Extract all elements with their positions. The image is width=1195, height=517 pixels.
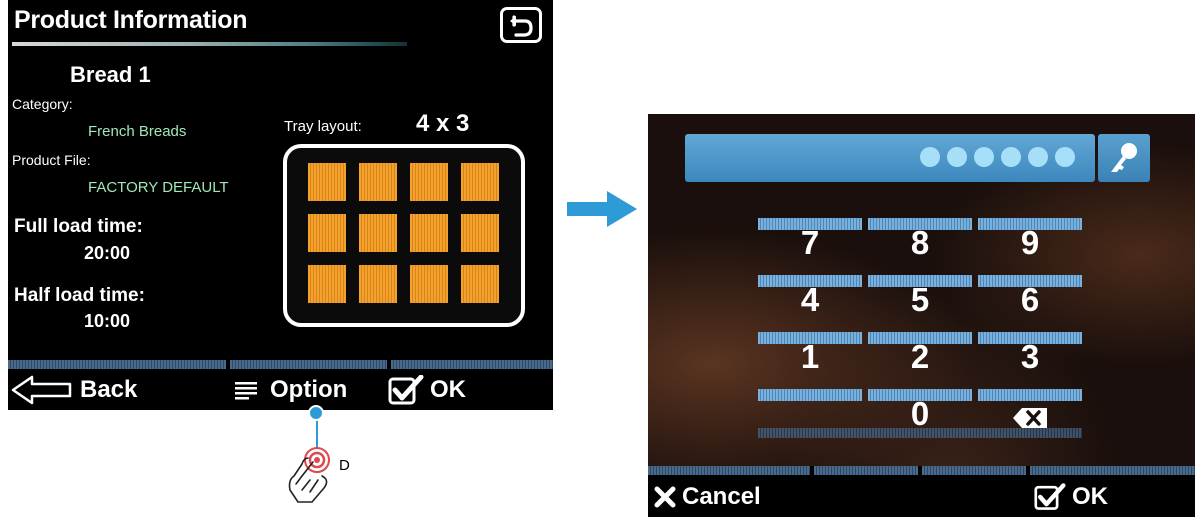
- full-load-time-value: 20:00: [84, 243, 131, 263]
- option-button-label: Option: [270, 376, 348, 403]
- tray-cell: [410, 265, 448, 303]
- callout-label: D: [339, 457, 350, 474]
- tab-strip: [391, 360, 553, 369]
- bottom-button-bar: Back Option OK: [8, 360, 553, 410]
- tray-layout-label: Tray layout:: [284, 118, 362, 135]
- tray-cell: [359, 265, 397, 303]
- x-icon: [654, 486, 676, 508]
- return-button[interactable]: [500, 7, 542, 43]
- key-icon: [1111, 143, 1137, 172]
- checkbox-check-icon: [388, 375, 424, 405]
- tray-layout-diagram: [283, 144, 525, 327]
- back-button-label: Back: [80, 376, 138, 403]
- pin-input[interactable]: [685, 134, 1095, 182]
- callout-dot: [308, 405, 324, 421]
- ok-button[interactable]: OK: [1034, 478, 1108, 516]
- pin-dot: [974, 147, 994, 167]
- key-8[interactable]: 8: [868, 218, 972, 275]
- full-load-time-label: Full load time:: [14, 216, 143, 237]
- ok-button[interactable]: OK: [388, 370, 466, 410]
- key-7[interactable]: 7: [758, 218, 862, 275]
- tray-cell: [359, 214, 397, 252]
- key-label: 7: [800, 224, 820, 261]
- keypad-row: 1 2 3: [758, 332, 1082, 389]
- tab-strip: [648, 466, 810, 475]
- pin-dots: [920, 147, 1075, 167]
- category-label: Category:: [12, 96, 73, 112]
- keypad-foot-strip: [758, 428, 1082, 438]
- product-file-value: FACTORY DEFAULT: [88, 179, 229, 196]
- tray-cell: [359, 163, 397, 201]
- back-button[interactable]: Back: [10, 370, 137, 410]
- keypad-row: 7 8 9: [758, 218, 1082, 275]
- half-load-time-label: Half load time:: [14, 285, 145, 306]
- pin-dot: [1055, 147, 1075, 167]
- key-3[interactable]: 3: [978, 332, 1082, 389]
- key-6[interactable]: 6: [978, 275, 1082, 332]
- tray-cell: [308, 163, 346, 201]
- key-4[interactable]: 4: [758, 275, 862, 332]
- half-load-time-value: 10:00: [84, 311, 131, 331]
- pin-entry-screen: 7 8 9 4 5 6 1 2 3 0 Cancel OK: [648, 114, 1195, 517]
- return-icon: [510, 15, 533, 37]
- tray-cell: [461, 214, 499, 252]
- tray-cell: [308, 214, 346, 252]
- numeric-keypad: 7 8 9 4 5 6 1 2 3 0: [758, 218, 1082, 446]
- product-name: Bread 1: [70, 62, 151, 87]
- pin-dot: [1028, 147, 1048, 167]
- pin-dot: [920, 147, 940, 167]
- key-label: 8: [910, 224, 930, 261]
- key-button[interactable]: [1098, 134, 1150, 182]
- keypad-row: 4 5 6: [758, 275, 1082, 332]
- key-label: 4: [800, 281, 820, 318]
- key-label: 9: [1020, 224, 1040, 261]
- back-arrow-icon: [11, 375, 72, 405]
- key-label: 5: [910, 281, 930, 318]
- arrow-right-icon: [567, 191, 637, 227]
- key-1[interactable]: 1: [758, 332, 862, 389]
- ok-button-label: OK: [1072, 483, 1108, 510]
- cancel-button-label: Cancel: [682, 483, 761, 510]
- category-value: French Breads: [88, 123, 187, 140]
- key-label: 3: [1020, 338, 1040, 375]
- key-label: 1: [800, 338, 820, 375]
- key-2[interactable]: 2: [868, 332, 972, 389]
- key-5[interactable]: 5: [868, 275, 972, 332]
- tray-cell: [308, 265, 346, 303]
- tab-strip: [1030, 466, 1195, 475]
- title-underline: [12, 42, 407, 46]
- option-button[interactable]: Option: [234, 370, 347, 410]
- tab-strip: [230, 360, 387, 369]
- tab-strip: [922, 466, 1026, 475]
- bottom-button-bar: Cancel OK: [648, 466, 1195, 517]
- cancel-button[interactable]: Cancel: [654, 478, 761, 516]
- tray-cell: [461, 163, 499, 201]
- tray-cell: [410, 163, 448, 201]
- key-label: 2: [910, 338, 930, 375]
- key-label: 6: [1020, 281, 1040, 318]
- checkbox-check-icon: [1034, 483, 1066, 510]
- menu-lines-icon: [235, 382, 257, 400]
- finger-tap-icon: [288, 447, 330, 503]
- key-9[interactable]: 9: [978, 218, 1082, 275]
- tray-cell: [410, 214, 448, 252]
- pin-dot: [1001, 147, 1021, 167]
- ok-button-label: OK: [430, 376, 466, 403]
- product-file-label: Product File:: [12, 152, 91, 168]
- pin-dot: [947, 147, 967, 167]
- tray-layout-value: 4 x 3: [416, 110, 470, 137]
- tray-cell: [461, 265, 499, 303]
- product-information-screen: Product Information Bread 1 Category: Fr…: [8, 0, 553, 410]
- backspace-x-icon: [1013, 408, 1047, 428]
- tray-grid: [308, 163, 499, 303]
- page-title: Product Information: [14, 6, 248, 34]
- tab-strip: [8, 360, 226, 369]
- tab-strip: [814, 466, 918, 475]
